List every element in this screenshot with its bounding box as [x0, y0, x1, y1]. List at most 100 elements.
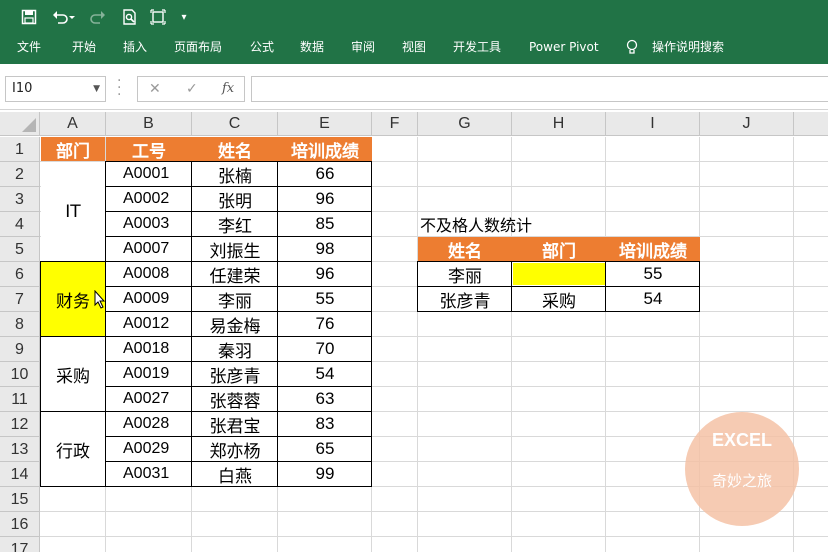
name-cell[interactable]: 张楠 [192, 162, 278, 187]
id-cell[interactable]: A0019 [106, 362, 192, 386]
name-cell[interactable]: 张君宝 [192, 412, 278, 437]
name-cell[interactable]: 张明 [192, 187, 278, 212]
header-cell-name[interactable]: 姓名 [192, 137, 278, 162]
score-cell[interactable]: 63 [278, 387, 372, 411]
id-cell[interactable]: A0003 [106, 212, 192, 236]
undo-icon[interactable] [48, 0, 78, 34]
id-cell[interactable]: A0002 [106, 187, 192, 211]
save-icon[interactable] [18, 0, 40, 34]
column-header-b[interactable]: B [106, 112, 192, 136]
id-cell[interactable]: A0028 [106, 412, 192, 436]
enter-icon[interactable]: ✓ [186, 77, 198, 101]
column-header-k[interactable] [794, 112, 828, 136]
name-cell[interactable]: 易金梅 [192, 312, 278, 337]
row-header[interactable]: 12 [0, 412, 40, 437]
merged-cell-purchasing[interactable]: 采购 [41, 337, 105, 411]
name-cell[interactable]: 白燕 [192, 462, 278, 487]
score-cell[interactable]: 70 [278, 337, 372, 361]
row-header[interactable]: 7 [0, 287, 40, 312]
chevron-down-icon[interactable]: ▼ [93, 77, 100, 101]
stats-cell-department[interactable] [513, 263, 605, 285]
tab-file[interactable]: 文件 [17, 34, 41, 64]
score-cell[interactable]: 76 [278, 312, 372, 336]
name-cell[interactable]: 张蓉蓉 [192, 387, 278, 412]
redo-icon[interactable] [84, 0, 114, 34]
tab-view[interactable]: 视图 [402, 34, 426, 64]
column-header-e[interactable]: E [278, 112, 372, 136]
row-header[interactable]: 9 [0, 337, 40, 362]
name-cell[interactable]: 李丽 [192, 287, 278, 312]
tell-me-search[interactable]: 操作说明搜索 [652, 34, 724, 64]
id-cell[interactable]: A0018 [106, 337, 192, 361]
select-all-corner[interactable] [0, 112, 40, 136]
header-cell-id[interactable]: 工号 [106, 137, 192, 162]
row-header[interactable]: 17 [0, 537, 40, 552]
id-cell[interactable]: A0008 [106, 262, 192, 286]
score-cell[interactable]: 66 [278, 162, 372, 186]
resize-handle[interactable]: · · · [117, 74, 121, 102]
row-header[interactable]: 5 [0, 237, 40, 262]
score-cell[interactable]: 96 [278, 187, 372, 211]
id-cell[interactable]: A0029 [106, 437, 192, 461]
tab-review[interactable]: 审阅 [351, 34, 375, 64]
stats-cell-name[interactable]: 张彦青 [418, 287, 512, 312]
row-header[interactable]: 3 [0, 187, 40, 212]
row-header[interactable]: 4 [0, 212, 40, 237]
score-cell[interactable]: 54 [278, 362, 372, 386]
row-header[interactable]: 13 [0, 437, 40, 462]
row-header[interactable]: 15 [0, 487, 40, 512]
row-header[interactable]: 8 [0, 312, 40, 337]
stats-cell-score[interactable]: 54 [606, 287, 700, 311]
column-header-f[interactable]: F [372, 112, 418, 136]
touch-mode-icon[interactable] [148, 0, 168, 34]
tab-formulas[interactable]: 公式 [250, 34, 274, 64]
stats-header-name[interactable]: 姓名 [418, 237, 512, 262]
column-header-h[interactable]: H [512, 112, 606, 136]
row-header[interactable]: 16 [0, 512, 40, 537]
column-header-a[interactable]: A [40, 112, 106, 136]
stats-header-department[interactable]: 部门 [512, 237, 606, 262]
stats-header-score[interactable]: 培训成绩 [606, 237, 700, 262]
name-cell[interactable]: 张彦青 [192, 362, 278, 387]
id-cell[interactable]: A0031 [106, 462, 192, 486]
id-cell[interactable]: A0001 [106, 162, 192, 186]
column-header-c[interactable]: C [192, 112, 278, 136]
column-header-g[interactable]: G [418, 112, 512, 136]
score-cell[interactable]: 65 [278, 437, 372, 461]
tab-page-layout[interactable]: 页面布局 [174, 34, 222, 64]
column-header-i[interactable]: I [606, 112, 700, 136]
score-cell[interactable]: 98 [278, 237, 372, 261]
row-header[interactable]: 14 [0, 462, 40, 487]
row-header[interactable]: 2 [0, 162, 40, 187]
row-header[interactable]: 1 [0, 137, 40, 162]
column-header-j[interactable]: J [700, 112, 794, 136]
id-cell[interactable]: A0027 [106, 387, 192, 411]
stats-cell-score[interactable]: 55 [606, 262, 700, 286]
score-cell[interactable]: 99 [278, 462, 372, 486]
merged-cell-admin[interactable]: 行政 [41, 412, 105, 486]
row-header[interactable]: 11 [0, 387, 40, 412]
name-cell[interactable]: 秦羽 [192, 337, 278, 362]
name-cell[interactable]: 李红 [192, 212, 278, 237]
customize-icon[interactable]: ▾ [176, 0, 192, 34]
score-cell[interactable]: 55 [278, 287, 372, 311]
name-cell[interactable]: 刘振生 [192, 237, 278, 262]
row-header[interactable]: 10 [0, 362, 40, 387]
score-cell[interactable]: 96 [278, 262, 372, 286]
id-cell[interactable]: A0007 [106, 237, 192, 261]
print-preview-icon[interactable] [120, 0, 140, 34]
name-cell[interactable]: 郑亦杨 [192, 437, 278, 462]
name-box[interactable]: I10 ▼ [5, 76, 106, 102]
insert-function-icon[interactable]: fx [222, 77, 234, 101]
header-cell-score[interactable]: 培训成绩 [278, 137, 372, 162]
merged-cell-it[interactable]: IT [41, 162, 105, 261]
score-cell[interactable]: 85 [278, 212, 372, 236]
formula-input[interactable] [251, 76, 828, 102]
score-cell[interactable]: 83 [278, 412, 372, 436]
tab-developer[interactable]: 开发工具 [453, 34, 501, 64]
tab-home[interactable]: 开始 [72, 34, 96, 64]
cancel-icon[interactable]: ✕ [149, 77, 161, 101]
name-cell[interactable]: 任建荣 [192, 262, 278, 287]
tab-insert[interactable]: 插入 [123, 34, 147, 64]
tab-data[interactable]: 数据 [300, 34, 324, 64]
